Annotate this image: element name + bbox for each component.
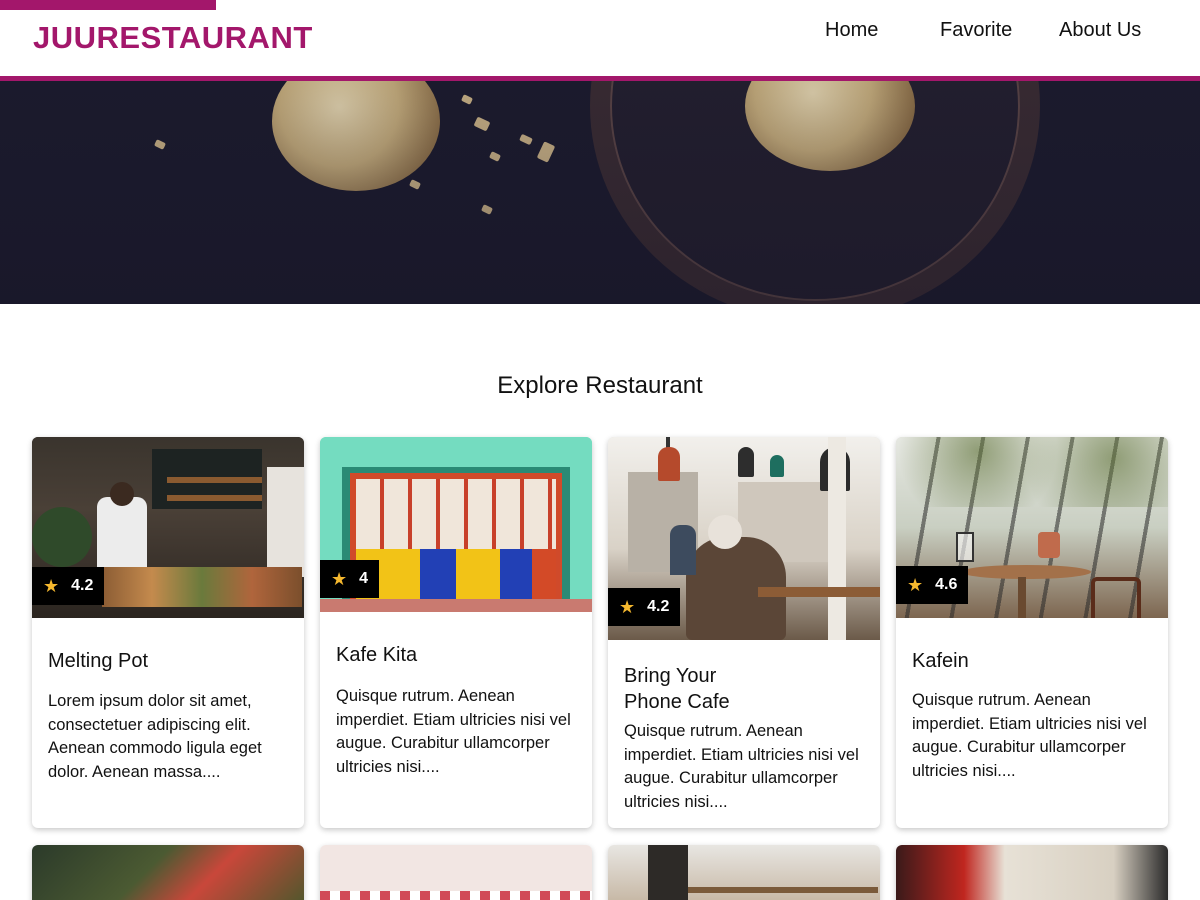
star-icon: ★ — [907, 574, 924, 595]
header-accent-bar — [0, 0, 216, 10]
restaurant-card[interactable]: ★ 4 Kafe Kita Quisque rutrum. Aenean imp… — [320, 437, 592, 828]
restaurant-card[interactable]: ★ 4.2 Bring Your Phone Cafe Quisque rutr… — [608, 437, 880, 828]
hero-overlay — [0, 81, 1200, 304]
restaurant-card[interactable] — [608, 845, 880, 900]
site-header: JUURESTAURANT Home Favorite About Us — [0, 0, 1200, 76]
rating-value: 4 — [359, 570, 369, 587]
restaurant-image[interactable]: ★ 4 — [320, 437, 592, 612]
restaurant-image[interactable] — [320, 845, 592, 900]
nav-about-us[interactable]: About Us — [1059, 19, 1141, 42]
restaurant-image[interactable] — [32, 845, 304, 900]
restaurant-image[interactable]: ★ 4.2 — [608, 437, 880, 640]
restaurant-description: Lorem ipsum dolor sit amet, consectetuer… — [48, 692, 262, 781]
restaurant-image[interactable] — [608, 845, 880, 900]
restaurant-name[interactable]: Kafe Kita — [336, 642, 417, 668]
restaurant-image[interactable]: ★ 4.6 — [896, 437, 1168, 618]
restaurant-name[interactable]: Melting Pot — [48, 648, 148, 674]
restaurant-name[interactable]: Bring Your Phone Cafe — [624, 663, 754, 715]
restaurant-description: Quisque rutrum. Aenean imperdiet. Etiam … — [624, 722, 859, 811]
restaurant-description: Quisque rutrum. Aenean imperdiet. Etiam … — [912, 691, 1147, 780]
restaurant-card[interactable]: ★ 4.2 Melting Pot Lorem ipsum dolor sit … — [32, 437, 304, 828]
rating-badge: ★ 4.6 — [896, 566, 969, 604]
star-icon: ★ — [619, 596, 636, 617]
rating-value: 4.2 — [647, 598, 670, 615]
restaurant-card[interactable] — [896, 845, 1168, 900]
nav-favorite[interactable]: Favorite — [940, 19, 1012, 42]
rating-value: 4.6 — [935, 576, 958, 593]
restaurant-card[interactable] — [320, 845, 592, 900]
rating-badge: ★ 4.2 — [32, 567, 105, 605]
rating-value: 4.2 — [71, 577, 94, 594]
restaurant-description: Quisque rutrum. Aenean imperdiet. Etiam … — [336, 687, 571, 776]
restaurant-image[interactable]: ★ 4.2 — [32, 437, 304, 618]
section-title: Explore Restaurant — [497, 372, 703, 399]
star-icon: ★ — [43, 575, 60, 596]
brand-logo[interactable]: JUURESTAURANT — [33, 20, 313, 56]
hero-banner — [0, 81, 1200, 304]
star-icon: ★ — [331, 568, 348, 589]
rating-badge: ★ 4 — [320, 560, 380, 598]
restaurant-card[interactable] — [32, 845, 304, 900]
restaurant-name[interactable]: Kafein — [912, 648, 969, 674]
rating-badge: ★ 4.2 — [608, 588, 681, 626]
restaurant-image[interactable] — [896, 845, 1168, 900]
restaurant-card[interactable]: ★ 4.6 Kafein Quisque rutrum. Aenean impe… — [896, 437, 1168, 828]
nav-home[interactable]: Home — [825, 19, 878, 42]
